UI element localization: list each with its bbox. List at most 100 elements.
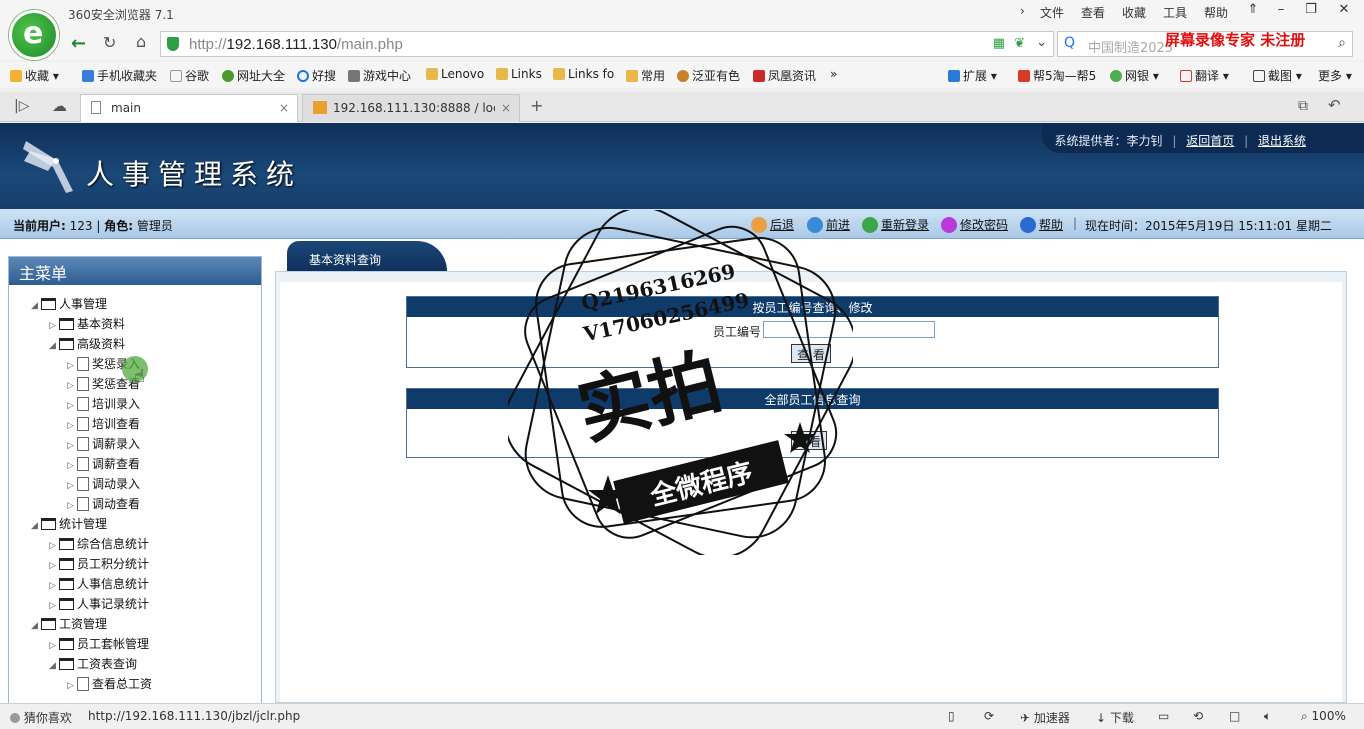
- logout-link[interactable]: 退出系统: [1258, 134, 1306, 148]
- collapsed-arrow-icon[interactable]: ▷: [49, 601, 59, 611]
- collapsed-arrow-icon[interactable]: ▷: [67, 481, 77, 491]
- sidebar-item[interactable]: ▷ 人事信息统计: [49, 575, 149, 592]
- bookmark-common[interactable]: 常用: [626, 67, 665, 84]
- ext-translate[interactable]: 翻译 ▾: [1180, 67, 1229, 84]
- extensions-button[interactable]: 扩展 ▾: [948, 67, 997, 84]
- search-icon[interactable]: ⌕: [1338, 35, 1346, 51]
- maximize-button[interactable]: ❐: [1300, 2, 1322, 22]
- forward-button[interactable]: 前进: [807, 216, 850, 233]
- bookmark-games[interactable]: 游戏中心: [348, 67, 411, 84]
- volume-icon[interactable]: 🔈︎: [1264, 709, 1271, 724]
- collapsed-arrow-icon[interactable]: ▷: [49, 641, 59, 651]
- sidebar-item[interactable]: ▷ 调动查看: [67, 495, 140, 512]
- tab-basic-query[interactable]: 基本资料查询: [287, 241, 447, 273]
- menu-favorites[interactable]: 收藏: [1122, 4, 1146, 21]
- accelerator-button[interactable]: ✈ 加速器: [1020, 709, 1070, 726]
- sidebar-item[interactable]: ◢ 人事管理: [31, 295, 107, 312]
- sidebar-toggle-icon[interactable]: |▷: [14, 98, 29, 114]
- leaf-icon[interactable]: ❦: [1014, 36, 1025, 51]
- search-engine-icon[interactable]: Q: [1064, 35, 1075, 51]
- pin-icon[interactable]: ⇑: [1242, 2, 1264, 22]
- bookmark-mobile[interactable]: 手机收藏夹: [82, 67, 157, 84]
- ext-bang5[interactable]: 帮5淘—帮5: [1018, 67, 1096, 84]
- download-button[interactable]: ↓ 下载: [1096, 709, 1134, 726]
- collapsed-arrow-icon[interactable]: ▷: [49, 581, 59, 591]
- expanded-arrow-icon[interactable]: ◢: [49, 661, 59, 671]
- sidebar-item[interactable]: ▷ 员工积分统计: [49, 555, 149, 572]
- menu-view[interactable]: 查看: [1081, 4, 1105, 21]
- reader-icon[interactable]: ▭: [1158, 709, 1169, 723]
- ext-screenshot[interactable]: 截图 ▾: [1253, 67, 1302, 84]
- chevron-right-icon[interactable]: ›: [1020, 4, 1025, 18]
- collapsed-arrow-icon[interactable]: ▷: [49, 321, 59, 331]
- refresh-icon[interactable]: ↻: [103, 33, 116, 52]
- expanded-arrow-icon[interactable]: ◢: [31, 621, 41, 631]
- window-icon[interactable]: □: [1229, 709, 1240, 723]
- chevron-down-icon[interactable]: ⌄: [1036, 35, 1047, 50]
- url-text[interactable]: http://192.168.111.130/main.php: [189, 36, 403, 53]
- collapsed-arrow-icon[interactable]: ▷: [67, 401, 77, 411]
- tab-list-icon[interactable]: ⧉: [1298, 98, 1308, 114]
- qr-code-icon[interactable]: ▦: [993, 36, 1005, 51]
- sidebar-item[interactable]: ◢ 高级资料: [49, 335, 125, 352]
- collapsed-arrow-icon[interactable]: ▷: [67, 681, 77, 691]
- zoom-control[interactable]: ⌕ 100%: [1301, 709, 1346, 724]
- collapsed-arrow-icon[interactable]: ▷: [67, 361, 77, 371]
- gesture-icon[interactable]: ⟳: [984, 709, 994, 723]
- back-button[interactable]: 后退: [751, 216, 794, 233]
- phone-icon[interactable]: ▯: [948, 709, 955, 723]
- bookmark-favorites[interactable]: 收藏 ▾: [10, 67, 59, 84]
- menu-file[interactable]: 文件: [1040, 4, 1064, 21]
- collapsed-arrow-icon[interactable]: ▷: [67, 441, 77, 451]
- sidebar-item[interactable]: ◢ 工资管理: [31, 615, 107, 632]
- bookmark-lenovo[interactable]: Lenovo: [426, 67, 484, 81]
- ext-bank[interactable]: 网银 ▾: [1110, 67, 1159, 84]
- change-password-button[interactable]: 修改密码: [941, 216, 1008, 233]
- bookmark-google[interactable]: 谷歌: [170, 67, 209, 84]
- back-home-link[interactable]: 返回首页: [1186, 134, 1234, 148]
- sidebar-item[interactable]: ▷ 查看总工资: [67, 675, 152, 692]
- bookmark-links[interactable]: Links: [496, 67, 542, 81]
- bookmark-fanya[interactable]: 泛亚有色: [677, 67, 740, 84]
- sidebar-item[interactable]: ◢ 统计管理: [31, 515, 107, 532]
- bookmark-hao[interactable]: 网址大全: [222, 67, 285, 84]
- guess-like[interactable]: 猜你喜欢: [10, 709, 72, 726]
- sidebar-item[interactable]: ▷ 培训查看: [67, 415, 140, 432]
- view-by-id-button[interactable]: 查 看: [791, 344, 831, 363]
- bookmark-ifeng[interactable]: 凤凰资讯: [753, 67, 816, 84]
- undo-close-icon[interactable]: ↶: [1328, 96, 1341, 114]
- collapsed-arrow-icon[interactable]: ▷: [67, 381, 77, 391]
- collapsed-arrow-icon[interactable]: ▷: [67, 421, 77, 431]
- view-all-button[interactable]: 查看: [791, 431, 828, 450]
- expanded-arrow-icon[interactable]: ◢: [31, 521, 41, 531]
- tab-main[interactable]: main ×: [80, 94, 298, 122]
- close-tab-icon[interactable]: ×: [501, 101, 511, 115]
- minimize-button[interactable]: –: [1270, 2, 1292, 22]
- sidebar-item[interactable]: ▷ 调薪录入: [67, 435, 140, 452]
- sidebar-item[interactable]: ◢ 工资表查询: [49, 655, 137, 672]
- url-input[interactable]: http://192.168.111.130/main.php ▦ ❦ ⌄: [160, 31, 1054, 57]
- sidebar-item[interactable]: ▷ 基本资料: [49, 315, 125, 332]
- bookmarks-more[interactable]: »: [830, 67, 837, 81]
- back-arrow-icon[interactable]: ←: [71, 33, 93, 55]
- tab-phpmyadmin[interactable]: 192.168.111.130:8888 / local ×: [302, 94, 520, 122]
- sidebar-item[interactable]: ▷ 员工套帐管理: [49, 635, 149, 652]
- collapsed-arrow-icon[interactable]: ▷: [49, 541, 59, 551]
- sidebar-item[interactable]: ▷ 培训录入: [67, 395, 140, 412]
- sidebar-item[interactable]: ▷ 人事记录统计: [49, 595, 149, 612]
- employee-id-input[interactable]: [763, 321, 935, 338]
- home-icon[interactable]: ⌂: [136, 32, 146, 51]
- menu-tools[interactable]: 工具: [1163, 4, 1187, 21]
- ext-more[interactable]: 更多 ▾: [1318, 67, 1352, 84]
- sidebar-item[interactable]: ▷ 调薪查看: [67, 455, 140, 472]
- close-tab-icon[interactable]: ×: [279, 101, 289, 115]
- relogin-button[interactable]: 重新登录: [862, 216, 929, 233]
- cloud-icon[interactable]: ☁: [52, 97, 67, 115]
- collapsed-arrow-icon[interactable]: ▷: [67, 461, 77, 471]
- close-window-button[interactable]: ✕: [1333, 2, 1355, 22]
- sync-icon[interactable]: ⟲: [1193, 709, 1203, 723]
- collapsed-arrow-icon[interactable]: ▷: [49, 561, 59, 571]
- expanded-arrow-icon[interactable]: ◢: [31, 301, 41, 311]
- collapsed-arrow-icon[interactable]: ▷: [67, 501, 77, 511]
- new-tab-button[interactable]: +: [530, 96, 543, 115]
